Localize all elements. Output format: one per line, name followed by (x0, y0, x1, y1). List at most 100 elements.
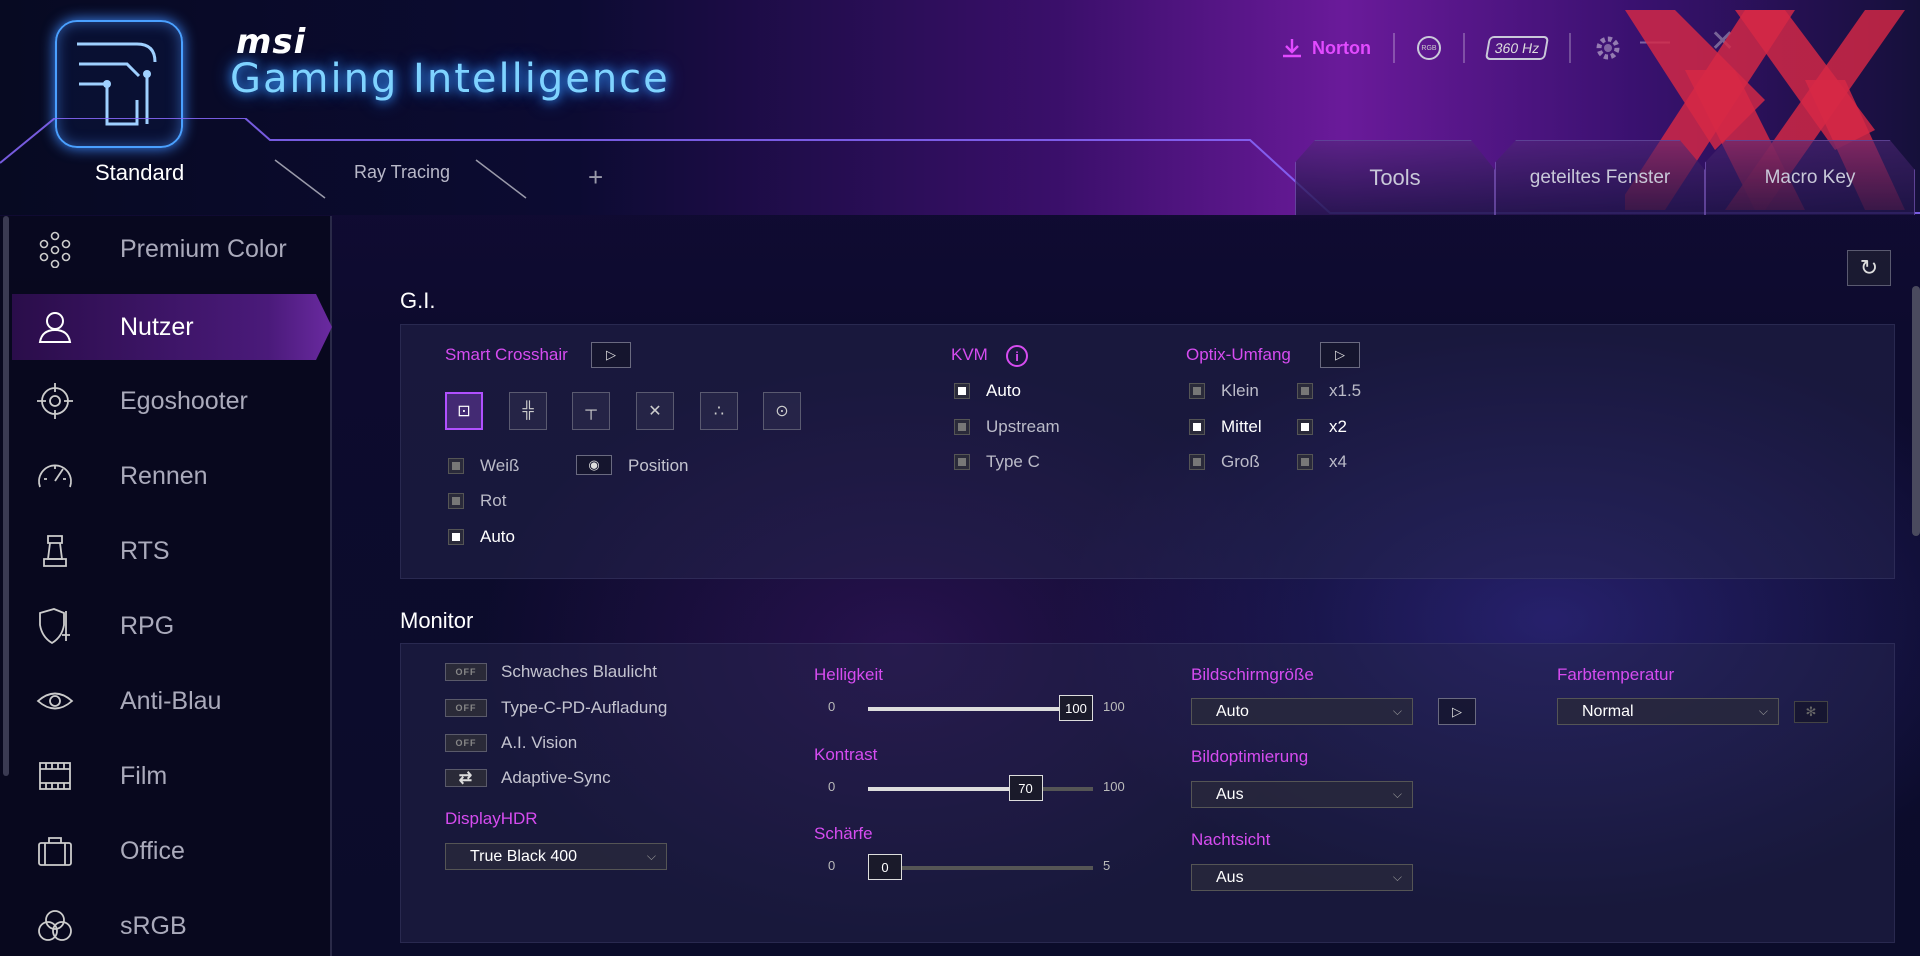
tab-tools[interactable]: Tools (1295, 140, 1495, 215)
farbtemperatur-dropdown[interactable]: Normal ⌵ (1557, 698, 1779, 725)
option-label: Type C (986, 452, 1040, 471)
main-scrollbar[interactable] (1912, 286, 1920, 536)
checkbox[interactable] (1189, 419, 1205, 435)
header-actions: Norton RGB 360 Hz (1280, 28, 1623, 68)
kontrast-slider[interactable]: 0 70 100 (828, 773, 1133, 803)
schaerfe-slider[interactable]: 0 0 5 (828, 852, 1133, 882)
slider-thumb[interactable]: 0 (868, 854, 902, 880)
optix-size-klein[interactable]: Klein (1189, 381, 1259, 401)
tab-standard[interactable]: Standard (95, 160, 184, 186)
chevron-down-icon: ⌵ (646, 849, 656, 863)
crosshair-color-auto[interactable]: Auto (448, 527, 515, 547)
norton-button[interactable]: Norton (1280, 36, 1371, 60)
crosshair-color-rot[interactable]: Rot (448, 491, 506, 511)
bildoptimierung-label: Bildoptimierung (1191, 747, 1309, 766)
tab-ray-tracing[interactable]: Ray Tracing (354, 162, 450, 183)
sidebar-item-office[interactable]: Office (12, 818, 332, 884)
sidebar-item-srgb[interactable]: sRGB (12, 893, 332, 956)
play-icon: ▷ (1335, 347, 1345, 362)
bildschirmgroesse-dropdown[interactable]: Auto ⌵ (1191, 698, 1413, 725)
checkbox[interactable] (954, 454, 970, 470)
crosshair-style-6[interactable]: ⊙ (763, 392, 801, 430)
sidebar-item-rts[interactable]: RTS (12, 518, 332, 584)
checkbox[interactable] (448, 458, 464, 474)
checkbox[interactable] (1189, 383, 1205, 399)
sidebar-item-nutzer[interactable]: Nutzer (12, 294, 332, 360)
crosshair-style-2[interactable]: ╬ (509, 392, 547, 430)
rgb-icon[interactable]: RGB (1416, 36, 1441, 60)
toggle-ai-vision[interactable]: OFF A.I. Vision (445, 733, 577, 753)
checkbox[interactable] (448, 529, 464, 545)
slider-track[interactable]: 70 (868, 775, 1093, 801)
crosshair-style-3[interactable]: ┬ (572, 392, 610, 430)
sync-icon[interactable]: ⇄ (445, 769, 487, 787)
optix-scope-play-button[interactable]: ▷ (1320, 342, 1360, 368)
dropdown-value: Normal (1582, 702, 1634, 720)
optix-zoom-2[interactable]: x2 (1297, 417, 1347, 437)
bildoptimierung-dropdown[interactable]: Aus ⌵ (1191, 781, 1413, 808)
sidebar-scrollbar[interactable] (3, 216, 9, 776)
reset-button[interactable]: ↻ (1847, 250, 1891, 286)
info-icon[interactable]: i (1006, 345, 1028, 367)
displayhdr-dropdown[interactable]: True Black 400 ⌵ (445, 843, 667, 870)
premium-color-icon (39, 231, 71, 268)
kvm-option-auto[interactable]: Auto (954, 381, 1021, 401)
nachtsicht-dropdown[interactable]: Aus ⌵ (1191, 864, 1413, 891)
sidebar-item-label: RPG (120, 611, 175, 640)
sidebar-item-egoshooter[interactable]: Egoshooter (12, 368, 332, 434)
tab-split-window[interactable]: geteiltes Fenster (1495, 140, 1705, 215)
crosshair-icon (37, 383, 73, 419)
toggle-type-c-pd[interactable]: OFF Type-C-PD-Aufladung (445, 698, 667, 718)
smart-crosshair-play-button[interactable]: ▷ (591, 342, 631, 368)
slider-thumb[interactable]: 70 (1008, 775, 1043, 801)
farbtemperatur-settings-button[interactable]: ✻ (1794, 701, 1828, 723)
checkbox[interactable] (1297, 454, 1313, 470)
sidebar-item-label: Rennen (120, 461, 208, 490)
checkbox[interactable] (1297, 383, 1313, 399)
position-button[interactable]: ◉ (576, 455, 612, 475)
kvm-option-upstream[interactable]: Upstream (954, 417, 1060, 437)
bildschirmgroesse-play-button[interactable]: ▷ (1438, 698, 1476, 725)
download-icon (1283, 39, 1301, 58)
crosshair-style-4[interactable]: ✕ (636, 392, 674, 430)
sidebar-item-premium-color[interactable]: Premium Color (12, 216, 332, 282)
crosshair-style-5[interactable]: ∴ (700, 392, 738, 430)
tab-macro-key[interactable]: Macro Key (1705, 140, 1915, 215)
crosshair-color-weiss[interactable]: Weiß (448, 456, 519, 476)
option-label: Klein (1221, 381, 1259, 400)
option-label: Weiß (480, 456, 520, 475)
checkbox[interactable] (1297, 419, 1313, 435)
option-label: Auto (986, 381, 1021, 400)
sidebar-item-label: Egoshooter (120, 386, 248, 415)
checkbox[interactable] (1189, 454, 1205, 470)
kvm-option-typec[interactable]: Type C (954, 452, 1040, 472)
play-icon: ▷ (1452, 703, 1462, 719)
toggle-switch[interactable]: OFF (445, 734, 487, 752)
toggle-switch[interactable]: OFF (445, 699, 487, 717)
refresh-rate-icon[interactable]: 360 Hz (1484, 36, 1550, 60)
option-label: x2 (1329, 417, 1347, 436)
film-icon (39, 762, 71, 790)
sidebar-item-anti-blau[interactable]: Anti-Blau (12, 668, 332, 734)
add-tab-button[interactable]: + (588, 162, 603, 193)
gear-icon[interactable] (1593, 33, 1623, 63)
sidebar-item-rennen[interactable]: Rennen (12, 443, 332, 509)
crosshair-style-1[interactable]: ⊡ (445, 392, 483, 430)
optix-zoom-1-5[interactable]: x1.5 (1297, 381, 1361, 401)
optix-size-gross[interactable]: Groß (1189, 452, 1260, 472)
chevron-down-icon: ⌵ (1392, 870, 1402, 884)
toggle-switch[interactable]: OFF (445, 663, 487, 681)
optix-zoom-4[interactable]: x4 (1297, 452, 1347, 472)
checkbox[interactable] (954, 383, 970, 399)
sidebar-item-film[interactable]: Film (12, 743, 332, 809)
slider-track[interactable]: 100 (868, 695, 1093, 721)
slider-thumb[interactable]: 100 (1059, 695, 1093, 721)
toggle-schwaches-blaulicht[interactable]: OFF Schwaches Blaulicht (445, 662, 657, 682)
checkbox[interactable] (954, 419, 970, 435)
toggle-adaptive-sync[interactable]: ⇄ Adaptive-Sync (445, 768, 611, 788)
optix-size-mittel[interactable]: Mittel (1189, 417, 1262, 437)
helligkeit-slider[interactable]: 0 100 100 (828, 693, 1133, 723)
slider-track[interactable]: 0 (868, 854, 1093, 880)
checkbox[interactable] (448, 493, 464, 509)
sidebar-item-rpg[interactable]: RPG (12, 593, 332, 659)
